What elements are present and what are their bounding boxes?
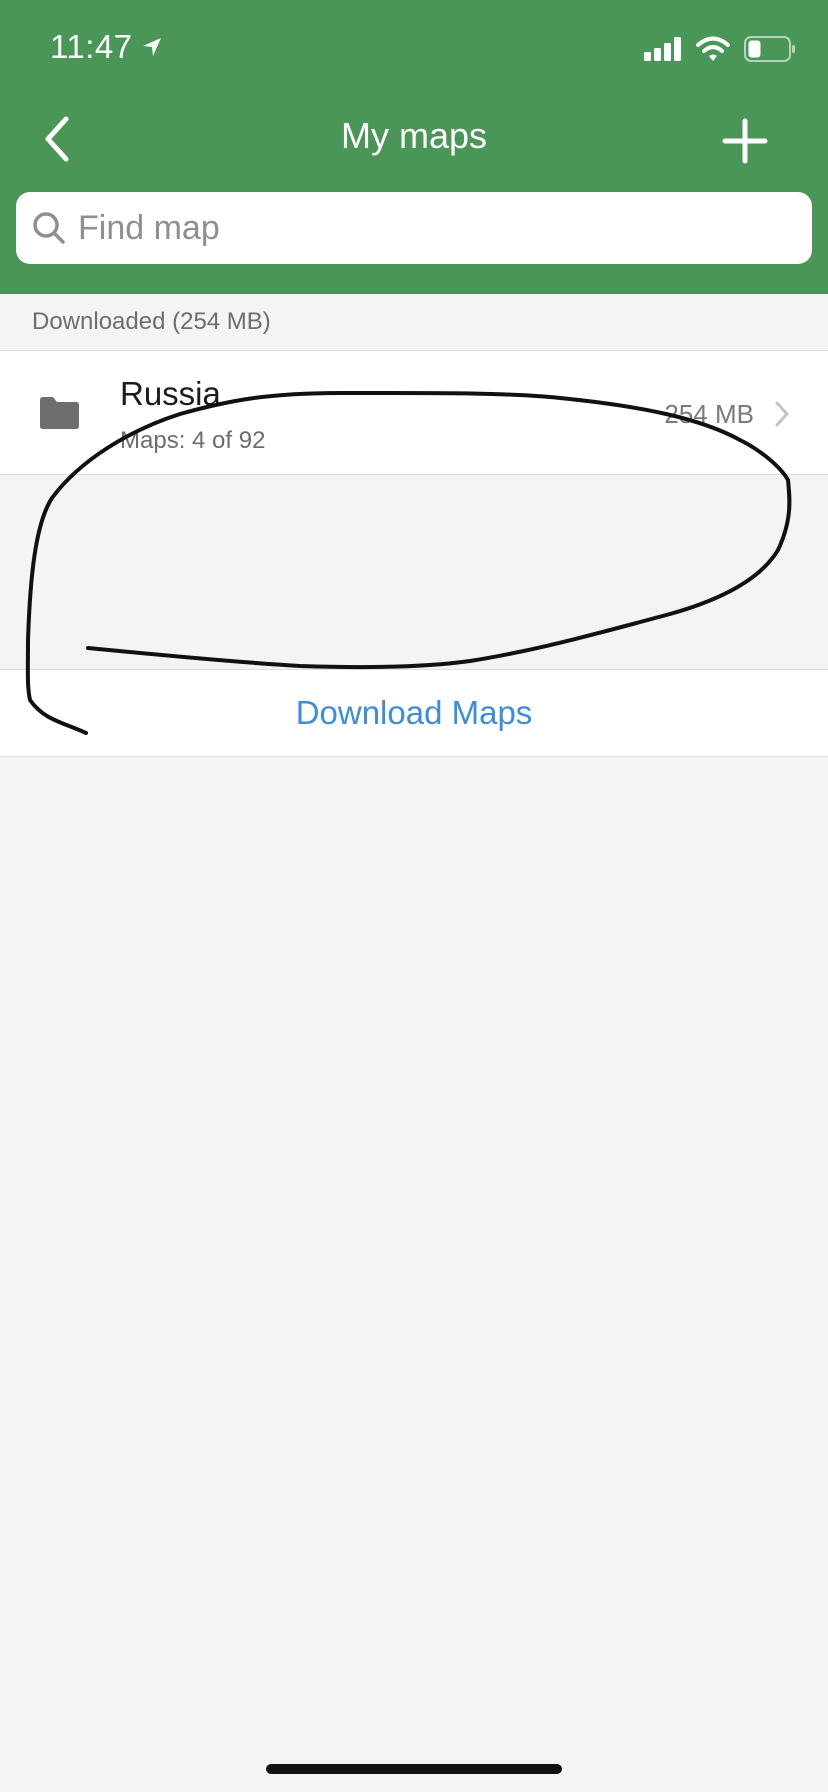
download-maps-label: Download Maps bbox=[295, 694, 533, 731]
search-input[interactable] bbox=[76, 207, 780, 249]
wifi-icon bbox=[696, 36, 730, 61]
signal-icon bbox=[644, 37, 681, 61]
list-item-russia[interactable]: Russia Maps: 4 of 92 254 MB bbox=[0, 350, 828, 475]
list-item-size: 254 MB bbox=[664, 399, 754, 429]
download-maps-button[interactable]: Download Maps bbox=[0, 669, 828, 757]
downloaded-section-header: Downloaded (254 MB) bbox=[32, 308, 271, 335]
search-icon bbox=[33, 212, 65, 244]
home-indicator bbox=[266, 1764, 562, 1774]
page-title: My maps bbox=[340, 115, 488, 156]
chevron-right-icon bbox=[775, 401, 789, 427]
app-header: 11:47 My maps bbox=[0, 0, 828, 294]
status-time-text: 11:47 bbox=[50, 28, 133, 65]
location-arrow-icon bbox=[142, 38, 161, 56]
list-item-title: Russia bbox=[120, 375, 221, 412]
plus-icon bbox=[722, 118, 768, 164]
folder-icon bbox=[40, 397, 79, 429]
search-bar[interactable] bbox=[16, 192, 812, 264]
battery-icon bbox=[744, 36, 795, 62]
list-item-subtitle: Maps: 4 of 92 bbox=[120, 427, 266, 454]
status-bar-indicators bbox=[644, 36, 796, 62]
add-map-button[interactable] bbox=[722, 118, 768, 164]
status-bar-time: 11:47 bbox=[50, 28, 163, 66]
